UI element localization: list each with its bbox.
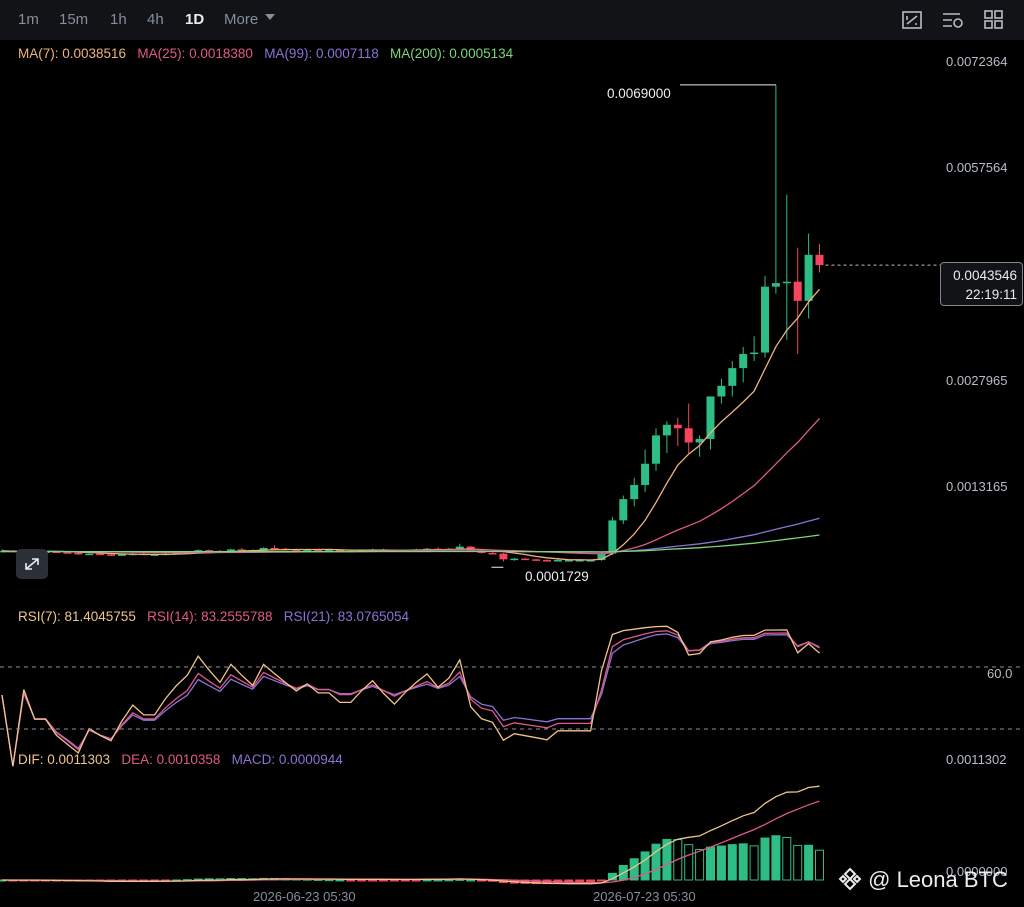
current-price-tag: 0.0043546 22:19:11 [940, 262, 1023, 306]
candle-body [771, 283, 780, 287]
candle-body [619, 499, 628, 521]
ma25-label: MA(25): 0.0018380 [137, 46, 253, 61]
ma99-line [2, 517, 820, 553]
watermark-text: @ Leona BTC [868, 867, 1008, 892]
macd-histogram-bar [586, 879, 596, 883]
macd-histogram-bar [695, 849, 705, 881]
candlestick-chart[interactable] [0, 0, 1024, 907]
ma7-label: MA(7): 0.0038516 [18, 46, 127, 61]
macd-histogram-bar [433, 879, 443, 882]
high-price-label: 0.0069000 [607, 86, 671, 101]
dea-label: DEA: 0.0010358 [121, 752, 221, 767]
candle-countdown: 22:19:11 [965, 287, 1017, 302]
candle-body [63, 552, 72, 554]
macd-histogram-bar [684, 844, 694, 881]
macd-histogram-bar [782, 836, 792, 881]
ma200-label: MA(200): 0.0005134 [390, 46, 514, 61]
macd-histogram-bar [400, 879, 410, 882]
rsi7-label: RSI(7): 81.4045755 [18, 609, 136, 624]
candle-body [499, 553, 508, 560]
candle-body [815, 254, 824, 266]
macd-histogram-bar [389, 879, 399, 882]
candle-body [608, 520, 617, 554]
candle-body [684, 428, 693, 443]
macd-histogram-bar [466, 879, 476, 882]
expand-arrows-icon [25, 558, 39, 570]
candle-body [728, 368, 737, 386]
ma-legend: MA(7): 0.0038516 MA(25): 0.0018380 MA(99… [18, 46, 513, 61]
dif-line [1, 785, 820, 885]
candle-body [761, 286, 769, 353]
candle-body [532, 559, 541, 561]
macd-histogram-bar [771, 835, 781, 881]
rsi14-line [1, 630, 820, 767]
candle-body [521, 558, 530, 561]
macd-histogram-bar [760, 837, 770, 881]
date-tick-label: 2026-07-23 05:30 [593, 889, 696, 904]
ma7-line [1, 288, 820, 561]
price-tick-label: 0.0057564 [946, 160, 1008, 175]
macd-histogram-bar [597, 879, 606, 882]
macd-histogram-bar [368, 879, 378, 882]
candle-body [553, 560, 562, 562]
candle-body [510, 558, 519, 561]
candle-body [488, 552, 497, 555]
macd-histogram-bar [749, 845, 759, 881]
candle-body [641, 463, 650, 485]
candle-body [96, 553, 105, 556]
dea-line [2, 800, 820, 884]
price-tick-label: 0.0013165 [946, 479, 1008, 494]
macd-histogram-bar [422, 879, 432, 882]
macd-histogram-bar [727, 844, 737, 881]
ma25-line [2, 417, 820, 555]
candle-body [739, 353, 748, 369]
candle-body [455, 546, 464, 549]
candle-body [630, 484, 639, 500]
rsi7-line [1, 625, 820, 767]
candle-body [107, 554, 115, 556]
candle-body [85, 553, 94, 556]
candle-body [662, 424, 671, 436]
macd-histogram-bar [346, 879, 356, 882]
candle-body [793, 281, 802, 301]
macd-histogram-bar [815, 849, 824, 881]
macd-histogram-bar [444, 879, 454, 882]
dif-label: DIF: 0.0011303 [18, 752, 111, 767]
price-tick-label: 0.0027965 [946, 373, 1008, 388]
macd-histogram-bar [706, 846, 715, 881]
ma99-label: MA(99): 0.0007118 [264, 46, 379, 61]
macd-histogram-bar [716, 845, 726, 881]
current-price-value: 0.0043546 [953, 268, 1017, 283]
price-tick-label: 0.0072364 [946, 54, 1008, 69]
macd-histogram-bar [379, 879, 388, 882]
macd-label: MACD: 0.0000944 [231, 752, 343, 767]
candle-body [74, 552, 83, 555]
watermark: @ Leona BTC [838, 867, 1008, 893]
macd-histogram-bar [335, 879, 345, 882]
candle-body [117, 554, 126, 556]
candle-body [673, 424, 682, 429]
candle-body [717, 385, 726, 397]
macd-histogram-bar [738, 843, 748, 881]
binance-logo-icon [838, 867, 862, 891]
low-price-label: 0.0001729 [525, 569, 589, 584]
candle-body [652, 435, 660, 464]
candle-body [804, 254, 813, 301]
date-tick-label: 2026-06-23 05:30 [253, 889, 356, 904]
macd-tick-label: 0.0011302 [946, 752, 1007, 767]
macd-legend: DIF: 0.0011303 DEA: 0.0010358 MACD: 0.00… [18, 752, 343, 767]
expand-chart-button[interactable] [16, 549, 48, 579]
candle-body [750, 352, 759, 355]
rsi14-label: RSI(14): 83.2555788 [147, 609, 273, 624]
macd-histogram-bar [411, 879, 421, 882]
rsi-legend: RSI(7): 81.4045755 RSI(14): 83.2555788 R… [18, 609, 409, 624]
macd-histogram-bar [640, 851, 650, 881]
candle-body [782, 281, 791, 284]
macd-histogram-bar [793, 844, 803, 881]
rsi-tick-label: 60.0 [987, 666, 1013, 681]
rsi21-label: RSI(21): 83.0765054 [283, 609, 410, 624]
macd-histogram-bar [357, 879, 367, 882]
candle-body [543, 560, 551, 562]
macd-histogram-bar [804, 844, 814, 881]
